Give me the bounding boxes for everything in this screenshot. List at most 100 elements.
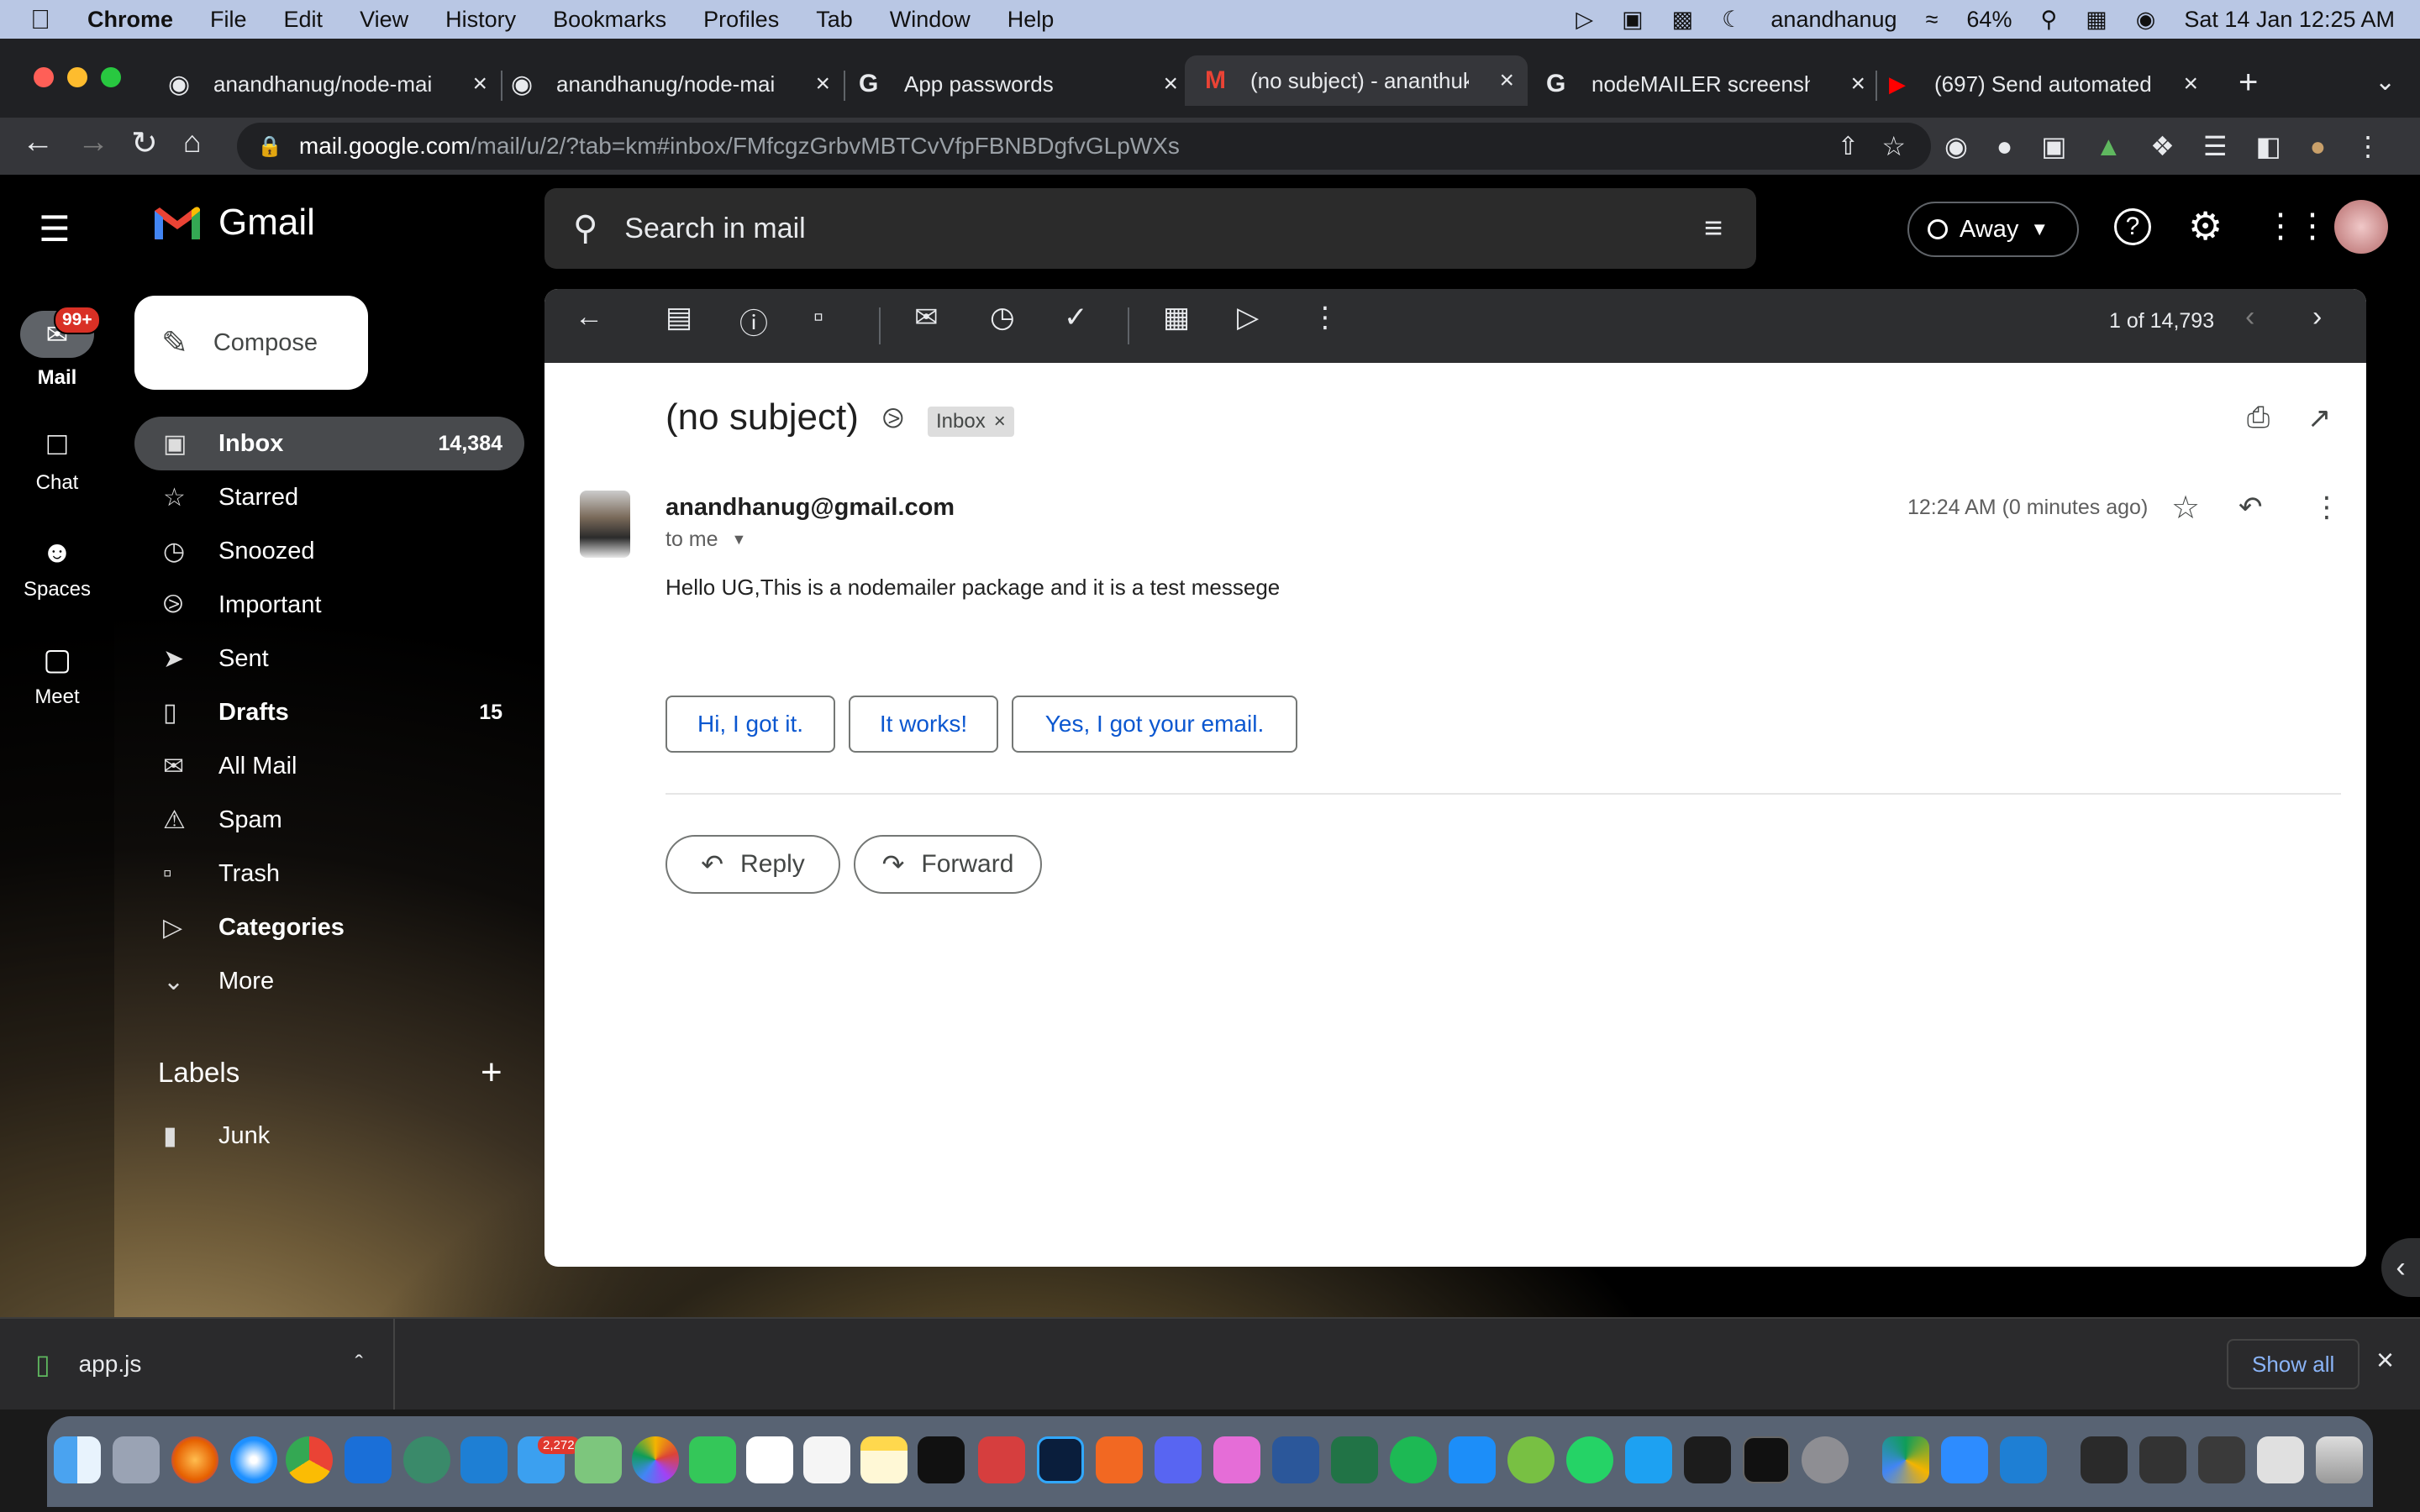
battery-percent[interactable]: 64%: [1966, 7, 2012, 33]
menu-edit[interactable]: Edit: [284, 7, 324, 33]
screen-record-icon[interactable]: ▩: [1672, 7, 1694, 33]
minimize-window-button[interactable]: [67, 67, 87, 87]
podcasts-icon[interactable]: [1213, 1436, 1260, 1483]
labels-icon[interactable]: ▷: [1237, 301, 1259, 334]
nav-trash[interactable]: ▫ Trash: [134, 847, 524, 900]
close-download-bar-icon[interactable]: ×: [2376, 1342, 2394, 1378]
smart-reply-3[interactable]: Yes, I got your email.: [1012, 696, 1297, 753]
firefox-icon[interactable]: [171, 1436, 218, 1483]
menu-history[interactable]: History: [445, 7, 516, 33]
discord-icon[interactable]: [1155, 1436, 1202, 1483]
snooze-icon[interactable]: ◷: [990, 301, 1015, 334]
important-marker-icon[interactable]: ⧁: [882, 403, 904, 435]
menubar-user[interactable]: anandhanug: [1770, 7, 1897, 33]
menu-tab[interactable]: Tab: [816, 7, 853, 33]
newer-chevron-icon[interactable]: ‹: [2245, 301, 2254, 333]
home-icon[interactable]: ⌂: [183, 124, 202, 160]
reading-list-icon[interactable]: ☰: [2203, 130, 2228, 162]
nav-categories[interactable]: ▷ Categories: [134, 900, 524, 954]
bookmark-star-icon[interactable]: ☆: [1881, 130, 1906, 162]
siri-icon[interactable]: ◉: [2136, 7, 2156, 33]
play-icon[interactable]: ▷: [1576, 7, 1593, 33]
create-label-plus-icon[interactable]: +: [481, 1052, 502, 1094]
menu-app-name[interactable]: Chrome: [87, 7, 173, 33]
download-item[interactable]: ▯ app.js ˆ: [0, 1319, 395, 1410]
utorrent-icon[interactable]: [1507, 1436, 1555, 1483]
system-preferences-icon[interactable]: [1802, 1436, 1849, 1483]
vscode-icon[interactable]: [460, 1436, 508, 1483]
extension-tree-icon[interactable]: ▲: [2095, 131, 2122, 162]
finder-icon[interactable]: [54, 1436, 101, 1483]
twitter-icon[interactable]: [1625, 1436, 1672, 1483]
label-junk[interactable]: ▮ Junk: [134, 1109, 524, 1163]
window-thumbnail-3-icon[interactable]: [2198, 1436, 2245, 1483]
apple-icon[interactable]: : [30, 4, 50, 35]
search-icon[interactable]: ⚲: [573, 209, 597, 248]
delete-icon[interactable]: ▫: [813, 301, 823, 333]
smart-reply-1[interactable]: Hi, I got it.: [666, 696, 835, 753]
nav-important[interactable]: ⧁ Important: [134, 578, 524, 632]
nav-spam[interactable]: ⚠ Spam: [134, 793, 524, 847]
report-spam-icon[interactable]: ⓘ: [739, 301, 768, 342]
window-thumbnail-4-icon[interactable]: [2257, 1436, 2304, 1483]
tab-close-icon[interactable]: ×: [2183, 70, 2198, 98]
tab-5[interactable]: G nodeMAILER screenshot ×: [1546, 60, 1865, 108]
window-thumbnail-1-icon[interactable]: [2081, 1436, 2128, 1483]
launchpad-icon[interactable]: [113, 1436, 160, 1483]
search-options-icon[interactable]: ≡: [1704, 211, 1723, 247]
side-panel-icon[interactable]: ◧: [2256, 130, 2281, 162]
search-input[interactable]: Search in mail: [624, 213, 805, 245]
nav-all-mail[interactable]: ✉ All Mail: [134, 739, 524, 793]
tab-search-icon[interactable]: ⌄: [2375, 67, 2396, 97]
rail-chat[interactable]: □ Chat: [0, 427, 114, 495]
tab-6[interactable]: ▶ (697) Send automated e ×: [1889, 60, 2198, 108]
extension-mic-icon[interactable]: ●: [1996, 131, 2012, 162]
spotify-icon[interactable]: [1390, 1436, 1437, 1483]
reminders-icon[interactable]: [803, 1436, 850, 1483]
whatsapp-icon[interactable]: [1566, 1436, 1613, 1483]
tab-close-icon[interactable]: ×: [815, 70, 830, 98]
spotlight-icon[interactable]: ⚲: [2040, 7, 2057, 33]
search-bar[interactable]: ⚲ Search in mail ≡: [544, 188, 1756, 269]
move-to-icon[interactable]: ▦: [1163, 301, 1190, 334]
address-bar[interactable]: 🔒 mail.google.com /mail/u/2/?tab=km#inbo…: [237, 123, 1931, 170]
mark-unread-icon[interactable]: ✉: [914, 301, 939, 334]
message-more-icon[interactable]: ⋮: [2312, 491, 2341, 524]
main-menu-icon[interactable]: ☰: [39, 208, 71, 249]
status-selector[interactable]: Away ▼: [1907, 202, 2079, 257]
open-new-window-icon[interactable]: ↗: [2307, 402, 2332, 435]
new-tab-icon[interactable]: +: [2238, 64, 2258, 102]
extension-docs-icon[interactable]: ▣: [2041, 130, 2066, 162]
atom-icon[interactable]: [403, 1436, 450, 1483]
calendar-icon[interactable]: [746, 1436, 793, 1483]
forward-icon[interactable]: →: [77, 124, 109, 160]
profile-avatar-icon[interactable]: ●: [2310, 131, 2326, 162]
sender-email[interactable]: anandhanug@gmail.com: [666, 494, 955, 522]
tab-1[interactable]: ◉ anandhanug/node-maile ×: [168, 60, 487, 108]
remove-label-icon[interactable]: ×: [994, 410, 1006, 433]
photos-icon[interactable]: [632, 1436, 679, 1483]
star-message-icon[interactable]: ☆: [2171, 489, 2200, 527]
details-caret-icon[interactable]: ▼: [732, 531, 747, 549]
wifi-icon[interactable]: ≈: [1926, 7, 1939, 33]
menu-help[interactable]: Help: [1007, 7, 1055, 33]
tab-3[interactable]: G App passwords ×: [859, 60, 1178, 108]
menu-bookmarks[interactable]: Bookmarks: [553, 7, 666, 33]
tab-2[interactable]: ◉ anandhanug/node-maile ×: [511, 60, 830, 108]
compose-button[interactable]: ✎ Compose: [134, 296, 368, 390]
nav-drafts[interactable]: ▯ Drafts 15: [134, 685, 524, 739]
tab-4-active[interactable]: M (no subject) - ananthuka ×: [1185, 55, 1528, 106]
google-drive-icon[interactable]: [1882, 1436, 1929, 1483]
menu-file[interactable]: File: [210, 7, 247, 33]
share-icon[interactable]: ⇧: [1838, 132, 1859, 161]
tab-close-icon[interactable]: ×: [1499, 66, 1514, 95]
older-chevron-icon[interactable]: ›: [2312, 301, 2322, 333]
menu-window[interactable]: Window: [890, 7, 971, 33]
xcode-icon[interactable]: [345, 1436, 392, 1483]
extension-record-icon[interactable]: ◉: [1944, 130, 1968, 162]
print-icon[interactable]: ⎙: [2247, 402, 2270, 434]
recipient-line[interactable]: to me ▼: [666, 528, 746, 552]
lock-icon[interactable]: 🔒: [257, 134, 282, 159]
account-avatar[interactable]: [2334, 200, 2388, 254]
app-store-icon[interactable]: [1449, 1436, 1496, 1483]
